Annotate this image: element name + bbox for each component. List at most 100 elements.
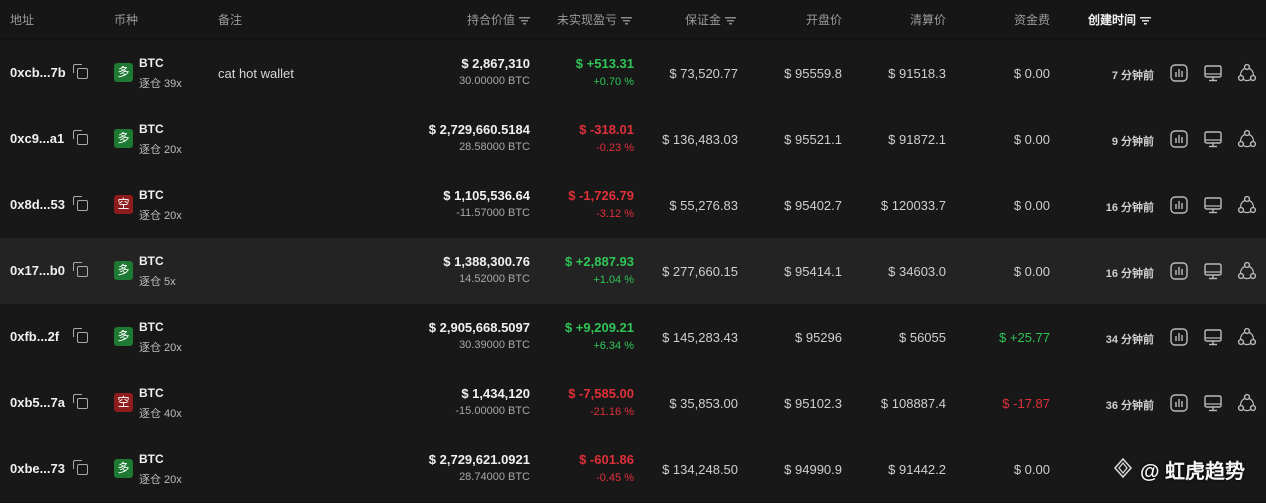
leverage: 逐仓 40x xyxy=(139,408,182,420)
unrealized-pnl: $ -1,726.79 xyxy=(568,188,634,203)
coin-symbol: BTC xyxy=(139,452,164,466)
wallet-address[interactable]: 0xbe...73 xyxy=(10,461,65,476)
created-time: 7 分钟前 xyxy=(1111,70,1154,82)
funding-fee: $ 0.00 xyxy=(1013,132,1050,147)
position-value: $ 2,729,621.0921 xyxy=(428,452,530,467)
wallet-address[interactable]: 0xfb...2f xyxy=(10,329,59,344)
position-value: $ 2,905,668.5097 xyxy=(428,320,530,335)
col-open-price[interactable]: 开盘价 xyxy=(806,11,842,28)
share-icon[interactable] xyxy=(1237,195,1257,215)
chart-icon[interactable] xyxy=(1169,129,1189,149)
chart-icon[interactable] xyxy=(1169,327,1189,347)
col-margin[interactable]: 保证金 xyxy=(685,11,736,28)
monitor-icon[interactable] xyxy=(1203,261,1223,281)
monitor-icon[interactable] xyxy=(1203,129,1223,149)
chart-icon[interactable] xyxy=(1169,393,1189,413)
pnl-percent: +6.34 % xyxy=(593,340,634,352)
col-funding[interactable]: 资金费 xyxy=(1014,11,1050,28)
created-time: 34 分钟前 xyxy=(1105,334,1154,346)
table-row[interactable]: 0xcb...7b 多 BTC 逐仓 39x cat hot wallet $ 2,867… xyxy=(0,40,1266,107)
margin-value: $ 134,248.50 xyxy=(662,462,738,477)
liquidation-price: $ 91518.3 xyxy=(888,66,946,81)
funding-fee: $ -17.87 xyxy=(1002,396,1050,411)
coin-symbol: BTC xyxy=(139,386,164,400)
unrealized-pnl: $ -318.01 xyxy=(579,122,634,137)
position-qty: 30.00000 BTC xyxy=(459,75,530,87)
share-icon[interactable] xyxy=(1237,129,1257,149)
leverage: 逐仓 20x xyxy=(139,474,182,486)
wallet-address[interactable]: 0x17...b0 xyxy=(10,263,65,278)
funding-fee: $ +25.77 xyxy=(999,330,1050,345)
table-row[interactable]: 0x17...b0 多 BTC 逐仓 5x $ 1,388,300.76 14.52000… xyxy=(0,238,1266,305)
liquidation-price: $ 108887.4 xyxy=(880,396,946,411)
col-unrealized-pnl[interactable]: 未实现盈亏 xyxy=(557,11,632,28)
margin-value: $ 277,660.15 xyxy=(662,264,738,279)
copy-icon[interactable] xyxy=(73,196,88,211)
table-row[interactable]: 0xfb...2f 多 BTC 逐仓 20x $ 2,905,668.5097 30.39… xyxy=(0,304,1266,371)
position-qty: -15.00000 BTC xyxy=(455,405,530,417)
chart-icon[interactable] xyxy=(1169,261,1189,281)
col-position-value[interactable]: 持合价值 xyxy=(467,11,530,28)
open-price: $ 95402.7 xyxy=(784,198,842,213)
liquidation-price: $ 34603.0 xyxy=(888,264,946,279)
col-created-time[interactable]: 创建时间 xyxy=(1088,11,1152,28)
margin-value: $ 145,283.43 xyxy=(662,330,738,345)
copy-icon[interactable] xyxy=(73,328,88,343)
monitor-icon[interactable] xyxy=(1203,195,1223,215)
filter-icon[interactable] xyxy=(519,17,530,25)
col-coin[interactable]: 币种 xyxy=(114,11,138,28)
margin-value: $ 55,276.83 xyxy=(669,198,738,213)
funding-fee: $ 0.00 xyxy=(1013,66,1050,81)
filter-icon[interactable] xyxy=(725,17,736,25)
side-badge: 多 xyxy=(114,261,133,280)
margin-value: $ 73,520.77 xyxy=(669,66,738,81)
copy-icon[interactable] xyxy=(73,394,88,409)
chart-icon[interactable] xyxy=(1169,63,1189,83)
monitor-icon[interactable] xyxy=(1203,327,1223,347)
coin-symbol: BTC xyxy=(139,188,164,202)
wallet-address[interactable]: 0xcb...7b xyxy=(10,65,66,80)
leverage: 逐仓 39x xyxy=(139,78,182,90)
col-address[interactable]: 地址 xyxy=(10,11,34,28)
pnl-percent: -0.45 % xyxy=(596,472,634,484)
table-row[interactable]: 0x8d...53 空 BTC 逐仓 20x $ 1,105,536.64 -11.570… xyxy=(0,172,1266,239)
share-icon[interactable] xyxy=(1237,63,1257,83)
filter-icon[interactable] xyxy=(1140,17,1152,25)
table-header: 地址 币种 备注 持合价值 未实现盈亏 保证金 开盘价 清算价 资金费 创建时间 xyxy=(0,0,1266,38)
coin-symbol: BTC xyxy=(139,56,164,70)
copy-icon[interactable] xyxy=(73,130,88,145)
created-time: 9 分钟前 xyxy=(1111,136,1154,148)
copy-icon[interactable] xyxy=(73,460,88,475)
table-row[interactable]: 0xb5...7a 空 BTC 逐仓 40x $ 1,434,120 -15.00000 … xyxy=(0,370,1266,437)
wallet-address[interactable]: 0xb5...7a xyxy=(10,395,65,410)
monitor-icon[interactable] xyxy=(1203,63,1223,83)
wallet-address[interactable]: 0xc9...a1 xyxy=(10,131,64,146)
created-time: 36 分钟前 xyxy=(1105,400,1154,412)
side-badge: 多 xyxy=(114,459,133,478)
wallet-address[interactable]: 0x8d...53 xyxy=(10,197,65,212)
side-badge: 多 xyxy=(114,129,133,148)
position-value: $ 1,388,300.76 xyxy=(443,254,530,269)
liquidation-price: $ 56055 xyxy=(899,330,946,345)
position-qty: 28.74000 BTC xyxy=(459,471,530,483)
position-qty: -11.57000 BTC xyxy=(456,207,530,219)
liquidation-price: $ 91442.2 xyxy=(888,462,946,477)
leverage: 逐仓 20x xyxy=(139,210,182,222)
chart-icon[interactable] xyxy=(1169,195,1189,215)
col-note[interactable]: 备注 xyxy=(218,11,242,28)
share-icon[interactable] xyxy=(1237,393,1257,413)
col-liq-price[interactable]: 清算价 xyxy=(910,11,946,28)
created-time: 16 分钟前 xyxy=(1105,202,1154,214)
open-price: $ 95296 xyxy=(795,330,842,345)
table-row[interactable]: 0xc9...a1 多 BTC 逐仓 20x $ 2,729,660.5184 28.58… xyxy=(0,106,1266,173)
coin-symbol: BTC xyxy=(139,320,164,334)
share-icon[interactable] xyxy=(1237,327,1257,347)
copy-icon[interactable] xyxy=(73,64,88,79)
wallet-note: cat hot wallet xyxy=(218,66,294,81)
filter-icon[interactable] xyxy=(621,17,632,25)
share-icon[interactable] xyxy=(1237,261,1257,281)
copy-icon[interactable] xyxy=(73,262,88,277)
monitor-icon[interactable] xyxy=(1203,393,1223,413)
side-badge: 多 xyxy=(114,327,133,346)
side-badge: 空 xyxy=(114,195,133,214)
